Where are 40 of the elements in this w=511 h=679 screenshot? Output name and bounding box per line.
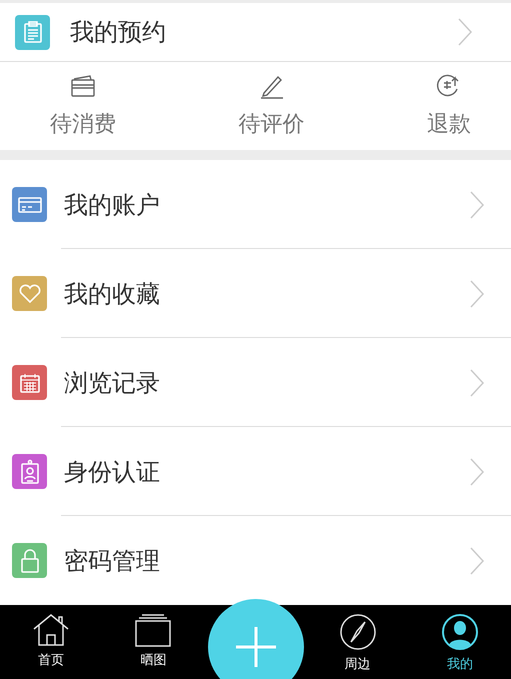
chevron-icon	[457, 17, 473, 48]
row-label: 身份认证	[64, 456, 161, 488]
tab-item[interactable]: 周边	[306, 605, 409, 679]
chevron-icon	[469, 368, 485, 398]
row-label: 我的收藏	[64, 278, 161, 310]
order-state-label: 退款	[427, 111, 471, 140]
row-label: 我的账户	[64, 190, 161, 220]
tab-item[interactable]: 首页	[0, 605, 102, 679]
tab-label: 晒图	[140, 652, 166, 669]
tab-item[interactable]: 我的	[408, 605, 511, 679]
row-label: 我的预约	[70, 17, 167, 48]
chevron-icon	[469, 546, 485, 576]
plus-icon	[236, 627, 276, 667]
menu-row[interactable]: 浏览记录	[0, 338, 511, 427]
home-icon	[32, 613, 70, 647]
tab-item[interactable]: 晒图	[102, 605, 204, 679]
row-label: 密码管理	[64, 546, 161, 576]
order-state-label: 待评价	[238, 111, 304, 140]
profile-icon	[440, 613, 479, 651]
tab-label: 首页	[38, 652, 64, 669]
order-state-item[interactable]: 待评价	[238, 62, 304, 150]
chevron-icon	[469, 278, 485, 308]
order-state-item[interactable]: 待消费	[50, 62, 116, 150]
tab-label: 周边	[344, 656, 371, 673]
chevron-icon	[469, 190, 485, 220]
booking-row[interactable]: 我的预约	[0, 3, 511, 62]
order-state-label: 待消费	[50, 111, 116, 140]
photos-icon	[134, 613, 172, 647]
menu-row[interactable]: 我的收藏	[0, 249, 511, 338]
compass-icon	[338, 613, 377, 651]
row-label: 浏览记录	[64, 368, 161, 398]
menu-row[interactable]: 身份认证	[0, 427, 511, 516]
order-state-item[interactable]: 退款	[427, 62, 471, 150]
pen-icon	[258, 73, 284, 100]
menu-row[interactable]: 我的账户	[0, 160, 511, 249]
card-icon	[70, 73, 96, 100]
tab-label: 我的	[446, 656, 473, 673]
menu-row[interactable]: 密码管理	[0, 516, 511, 605]
chevron-icon	[469, 456, 485, 486]
clipboard-icon	[15, 14, 50, 50]
